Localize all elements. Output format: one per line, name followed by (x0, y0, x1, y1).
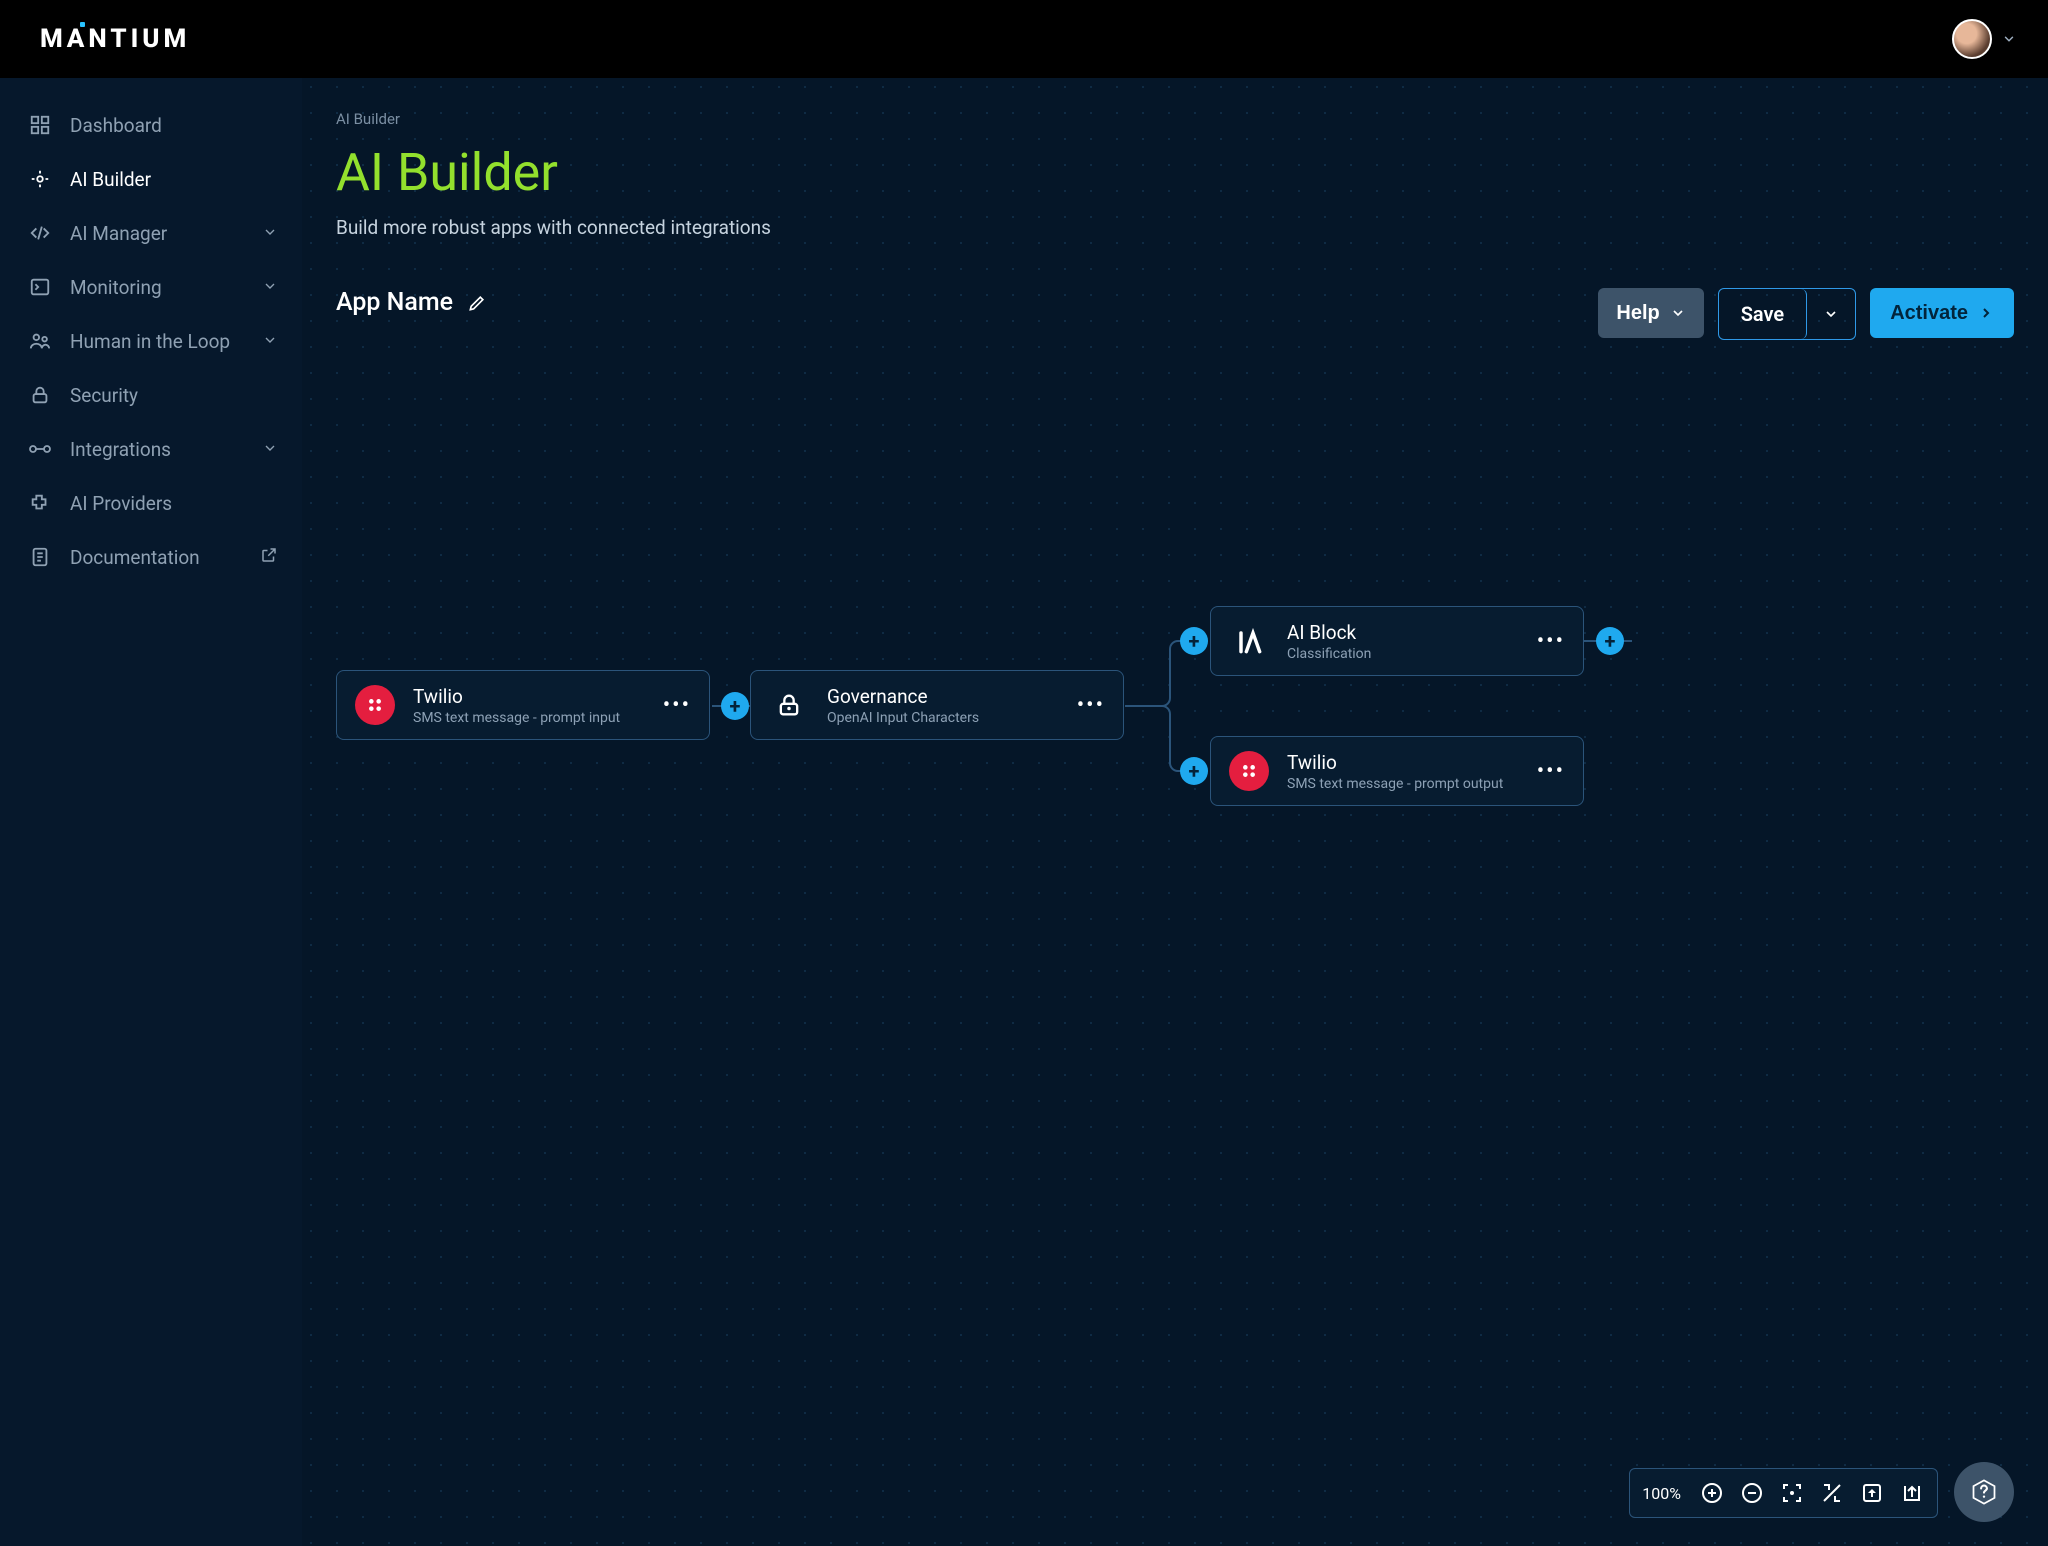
sidebar-item-integrations[interactable]: Integrations (0, 422, 302, 476)
node-ai-block[interactable]: AI Block Classification ••• (1210, 606, 1584, 676)
twilio-icon (1229, 751, 1269, 791)
node-title: Twilio (413, 685, 645, 708)
zoom-level: 100% (1642, 1484, 1685, 1503)
user-menu[interactable] (1952, 19, 2016, 59)
add-connection[interactable]: + (1180, 627, 1208, 655)
node-title: AI Block (1287, 621, 1519, 644)
node-more-menu[interactable]: ••• (1077, 693, 1105, 718)
sidebar-item-ai-providers[interactable]: AI Providers (0, 476, 302, 530)
add-connection[interactable]: + (1180, 757, 1208, 785)
node-twilio-output[interactable]: Twilio SMS text message - prompt output … (1210, 736, 1584, 806)
zoom-out-icon[interactable] (1739, 1480, 1765, 1506)
node-subtitle: Classification (1287, 646, 1519, 662)
add-connection[interactable]: + (721, 692, 749, 720)
sidebar-item-label: AI Builder (70, 168, 151, 191)
question-icon (1970, 1478, 1998, 1506)
node-more-menu[interactable]: ••• (663, 693, 691, 718)
twilio-icon (355, 685, 395, 725)
app-header: MANTIUM (0, 0, 2048, 78)
sidebar-item-security[interactable]: Security (0, 368, 302, 422)
link-icon (28, 437, 52, 461)
node-twilio-input[interactable]: Twilio SMS text message - prompt input •… (336, 670, 710, 740)
center-icon[interactable] (1779, 1480, 1805, 1506)
target-icon (28, 167, 52, 191)
sidebar-item-label: Security (70, 384, 138, 407)
sidebar-item-label: AI Providers (70, 492, 172, 515)
sidebar-item-label: Monitoring (70, 276, 162, 299)
lock-icon (28, 383, 52, 407)
node-governance[interactable]: Governance OpenAI Input Characters ••• (750, 670, 1124, 740)
main-canvas-area: AI Builder AI Builder Build more robust … (302, 78, 2048, 1546)
sidebar-item-label: Integrations (70, 438, 171, 461)
document-icon (28, 545, 52, 569)
sidebar-item-human-in-the-loop[interactable]: Human in the Loop (0, 314, 302, 368)
canvas-wires (302, 78, 2048, 1546)
sidebar-item-label: Documentation (70, 546, 200, 569)
sidebar: Dashboard AI Builder AI Manager Monitori… (0, 78, 302, 1546)
sidebar-item-dashboard[interactable]: Dashboard (0, 98, 302, 152)
sidebar-item-ai-builder[interactable]: AI Builder (0, 152, 302, 206)
zoom-toolbar: 100% (1629, 1468, 1938, 1518)
sidebar-item-label: Dashboard (70, 114, 162, 137)
node-more-menu[interactable]: ••• (1537, 629, 1565, 654)
chevron-down-icon (262, 276, 278, 299)
node-subtitle: SMS text message - prompt input (413, 710, 645, 726)
grid-icon (28, 113, 52, 137)
fullscreen-icon[interactable] (1819, 1480, 1845, 1506)
ai-block-icon (1229, 621, 1269, 661)
node-subtitle: SMS text message - prompt output (1287, 776, 1519, 792)
external-link-icon (260, 546, 278, 569)
people-icon (28, 329, 52, 353)
sidebar-item-monitoring[interactable]: Monitoring (0, 260, 302, 314)
code-icon (28, 221, 52, 245)
node-title: Governance (827, 685, 1059, 708)
chevron-down-icon (262, 438, 278, 461)
sidebar-item-label: AI Manager (70, 222, 167, 245)
zoom-in-icon[interactable] (1699, 1480, 1725, 1506)
add-connection[interactable]: + (1596, 627, 1624, 655)
export-icon[interactable] (1899, 1480, 1925, 1506)
node-subtitle: OpenAI Input Characters (827, 710, 1059, 726)
sidebar-item-ai-manager[interactable]: AI Manager (0, 206, 302, 260)
avatar (1952, 19, 1992, 59)
chevron-down-icon (262, 330, 278, 353)
puzzle-icon (28, 491, 52, 515)
node-title: Twilio (1287, 751, 1519, 774)
brand-logo: MANTIUM (40, 24, 190, 54)
node-more-menu[interactable]: ••• (1537, 759, 1565, 784)
import-icon[interactable] (1859, 1480, 1885, 1506)
sidebar-item-label: Human in the Loop (70, 330, 230, 353)
sidebar-item-documentation[interactable]: Documentation (0, 530, 302, 584)
help-fab[interactable] (1954, 1462, 2014, 1522)
lock-icon (769, 685, 809, 725)
chevron-down-icon (262, 222, 278, 245)
terminal-icon (28, 275, 52, 299)
chevron-down-icon (2002, 32, 2016, 46)
